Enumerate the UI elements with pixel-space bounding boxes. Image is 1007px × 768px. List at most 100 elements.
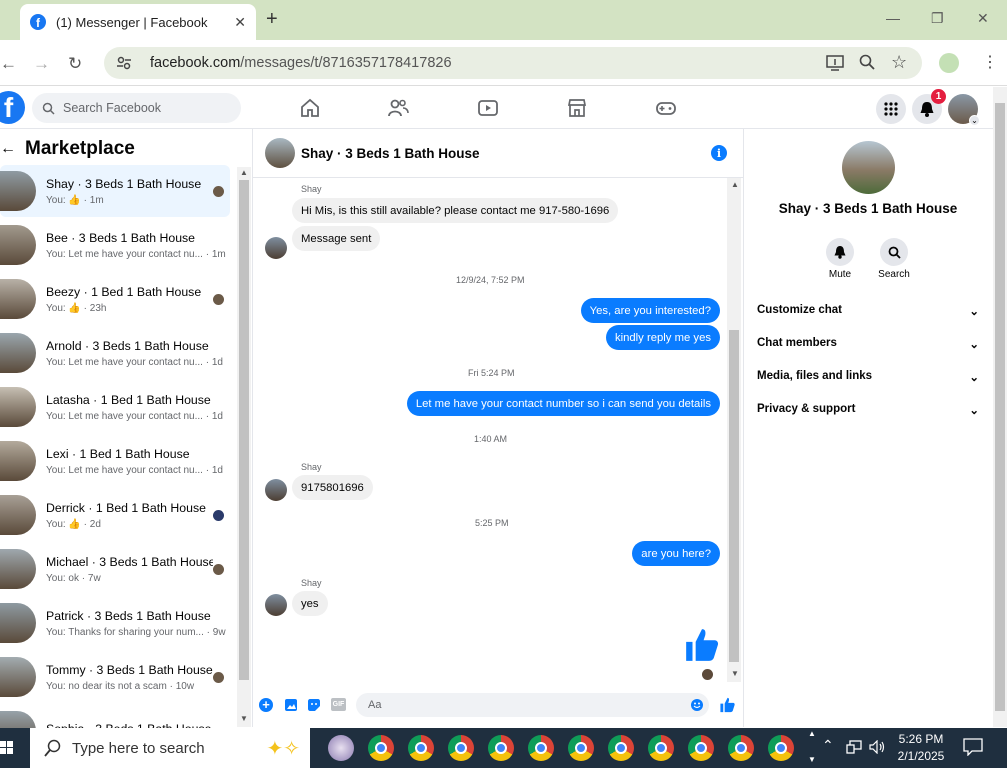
scroll-up-icon[interactable]: ▲ — [240, 168, 248, 177]
plus-icon[interactable]: + — [259, 698, 273, 712]
conversation-item[interactable]: Latasha · 1 Bed 1 Bath House You: Let me … — [0, 381, 230, 433]
account-chevron-icon[interactable]: ⌄ — [969, 115, 980, 126]
gaming-icon[interactable] — [653, 96, 679, 120]
volume-icon[interactable] — [869, 740, 887, 754]
chrome-taskbar-icon[interactable] — [528, 735, 554, 761]
conversation-text: Shay · 3 Beds 1 Bath House You: 👍 · 1m — [46, 177, 213, 206]
chat-avatar[interactable] — [265, 138, 295, 168]
seen-avatar — [702, 669, 713, 680]
chat-scrollbar-thumb[interactable] — [729, 330, 739, 662]
windows-start-icon[interactable] — [0, 741, 14, 755]
sender-avatar[interactable] — [265, 594, 287, 616]
scroll-down-icon[interactable]: ▼ — [731, 669, 739, 678]
sticker-icon[interactable] — [307, 698, 321, 712]
minimize-icon[interactable]: — — [886, 10, 900, 26]
conversation-text: Tommy · 3 Beds 1 Bath House You: no dear … — [46, 663, 213, 692]
chrome-center-icon — [535, 742, 547, 754]
chrome-center-icon — [455, 742, 467, 754]
sender-name: Shay — [301, 578, 322, 588]
conversation-name: Tommy · 3 Beds 1 Bath House — [46, 662, 213, 677]
chrome-taskbar-icon[interactable] — [648, 735, 674, 761]
contact-avatar[interactable] — [842, 141, 895, 194]
message-incoming: 9175801696 — [292, 475, 373, 500]
chrome-taskbar-icon[interactable] — [368, 735, 394, 761]
conversation-item[interactable]: Beezy · 1 Bed 1 Bath House You: 👍 · 23h — [0, 273, 230, 325]
taskbar-app-icon[interactable] — [328, 735, 354, 761]
close-tab-icon[interactable]: ✕ — [234, 14, 246, 31]
sender-avatar[interactable] — [265, 479, 287, 501]
browser-tab[interactable]: f (1) Messenger | Facebook ✕ — [20, 4, 256, 40]
gif-icon[interactable]: GIF — [331, 698, 346, 711]
browser-menu-icon[interactable]: ⋮ — [982, 52, 998, 72]
scroll-down-icon[interactable]: ▼ — [240, 714, 248, 723]
conversation-item[interactable]: Patrick · 3 Beds 1 Bath House You: Thanks… — [0, 597, 230, 649]
conversation-name: Arnold · 3 Beds 1 Bath House — [46, 338, 209, 353]
taskbar-search-input[interactable]: Type here to search ✦✧ — [30, 728, 310, 768]
menu-grid-button[interactable] — [876, 94, 906, 124]
send-like-icon[interactable] — [719, 696, 736, 714]
chrome-taskbar-icon[interactable] — [608, 735, 634, 761]
taskbar-scroll-up-icon[interactable]: ▲ — [808, 729, 816, 738]
notifications-center-icon[interactable] — [963, 738, 983, 756]
timestamp: 5:25 PM — [475, 518, 509, 528]
facebook-search-input[interactable]: Search Facebook — [32, 93, 241, 123]
conversation-item[interactable]: Lexi · 1 Bed 1 Bath House You: Let me hav… — [0, 435, 230, 487]
home-icon[interactable] — [297, 96, 323, 120]
message-incoming: Hi Mis, is this still available? please … — [292, 198, 619, 223]
back-arrow-icon[interactable]: ← — [0, 140, 16, 158]
tray-expand-icon[interactable]: ⌃ — [822, 737, 834, 754]
message-incoming: Message sent — [292, 226, 381, 251]
list-scrollbar-thumb[interactable] — [239, 180, 249, 680]
video-icon[interactable] — [475, 96, 501, 120]
section-media-files-links[interactable]: Media, files and links ⌄ — [757, 370, 979, 384]
chrome-taskbar-icon[interactable] — [568, 735, 594, 761]
friends-icon[interactable] — [385, 96, 411, 120]
listing-thumbnail — [0, 495, 36, 535]
chrome-taskbar-icon[interactable] — [448, 735, 474, 761]
page-scrollbar-thumb[interactable] — [995, 103, 1005, 711]
sender-avatar[interactable] — [265, 237, 287, 259]
conversation-item[interactable]: Shay · 3 Beds 1 Bath House You: 👍 · 1m — [0, 165, 230, 217]
search-chat-button[interactable] — [880, 238, 908, 266]
zoom-icon[interactable] — [859, 54, 875, 70]
new-tab-icon[interactable]: + — [266, 8, 278, 31]
forward-icon[interactable]: → — [33, 54, 50, 74]
conversation-item[interactable]: Michael · 3 Beds 1 Bath House You: ok · 7… — [0, 543, 230, 595]
reload-icon[interactable]: ↻ — [68, 54, 82, 74]
mute-button[interactable] — [826, 238, 854, 266]
conversation-name: Michael · 3 Beds 1 Bath House — [46, 554, 213, 569]
image-icon[interactable] — [284, 698, 298, 712]
conversation-item[interactable]: Arnold · 3 Beds 1 Bath House You: Let me … — [0, 327, 230, 379]
network-icon[interactable] — [846, 740, 862, 754]
chrome-taskbar-icon[interactable] — [768, 735, 794, 761]
close-window-icon[interactable]: ✕ — [977, 10, 989, 27]
info-icon[interactable]: i — [711, 145, 727, 161]
message-input[interactable]: Aa — [356, 693, 709, 717]
conversation-item[interactable]: Bee · 3 Beds 1 Bath House You: Let me hav… — [0, 219, 230, 271]
section-privacy-support[interactable]: Privacy & support ⌄ — [757, 403, 979, 417]
conversation-item[interactable]: Tommy · 3 Beds 1 Bath House You: no dear … — [0, 651, 230, 703]
marketplace-icon[interactable] — [564, 96, 590, 120]
chrome-taskbar-icon[interactable] — [488, 735, 514, 761]
conversation-item[interactable]: Derrick · 1 Bed 1 Bath House You: 👍 · 2d — [0, 489, 230, 541]
address-bar[interactable]: facebook.com/messages/t/8716357178417826 — [104, 47, 922, 79]
section-customize-chat[interactable]: Customize chat ⌄ — [757, 304, 979, 318]
chrome-taskbar-icon[interactable] — [408, 735, 434, 761]
conversation-text: Latasha · 1 Bed 1 Bath House You: Let me … — [46, 393, 230, 422]
taskbar-scroll-down-icon[interactable]: ▼ — [808, 755, 816, 764]
chat-title[interactable]: Shay · 3 Beds 1 Bath House — [301, 146, 480, 161]
site-info-icon[interactable] — [116, 55, 132, 71]
scroll-up-icon[interactable]: ▲ — [731, 180, 739, 189]
conversation-name: Lexi · 1 Bed 1 Bath House — [46, 446, 190, 461]
profile-icon[interactable] — [939, 53, 959, 73]
system-clock[interactable]: 5:26 PM 2/1/2025 — [896, 731, 946, 765]
read-receipt-avatar — [213, 671, 224, 683]
restore-icon[interactable]: ❐ — [931, 10, 944, 27]
section-chat-members[interactable]: Chat members ⌄ — [757, 337, 979, 351]
chrome-taskbar-icon[interactable] — [728, 735, 754, 761]
install-app-icon[interactable] — [826, 54, 844, 72]
bookmark-star-icon[interactable]: ☆ — [891, 52, 907, 73]
back-icon[interactable]: ← — [0, 54, 17, 74]
chrome-taskbar-icon[interactable] — [688, 735, 714, 761]
emoji-icon[interactable] — [690, 698, 704, 712]
